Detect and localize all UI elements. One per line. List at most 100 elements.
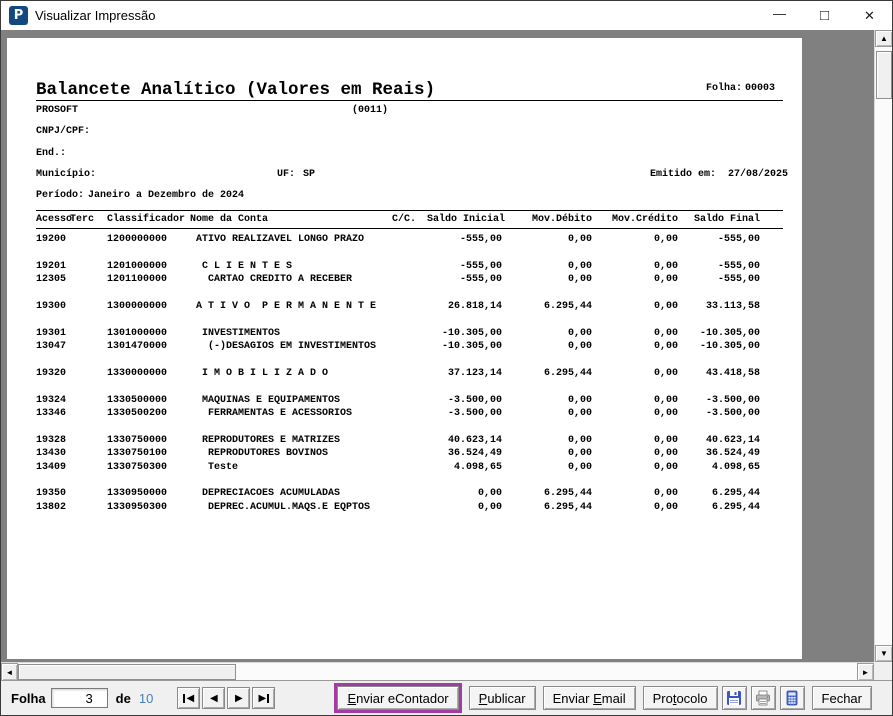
scroll-up-button[interactable]: ▲ xyxy=(875,30,892,47)
bottom-toolbar: Folha de 10 ◀ ◀ ▶ ▶ Enviar eContador Pub… xyxy=(1,680,892,715)
last-page-button[interactable]: ▶ xyxy=(252,687,276,709)
cell-acesso: 13802 xyxy=(36,501,67,513)
horizontal-scrollbar-thumb[interactable] xyxy=(18,664,236,680)
last-page-icon xyxy=(267,693,270,703)
cell-acesso: 19201 xyxy=(36,260,67,272)
horizontal-scrollbar[interactable]: ◄ ► xyxy=(1,662,874,681)
cell-classificador: 1301470000 xyxy=(107,341,168,353)
cell-saldo-inicial: 36.524,49 xyxy=(447,448,502,460)
cell-acesso: 19200 xyxy=(36,234,67,245)
scroll-down-icon: ▼ xyxy=(880,649,888,658)
scroll-right-button[interactable]: ► xyxy=(857,663,874,681)
table-row: 19328 1330750000 REPRODUTORES E MATRIZES… xyxy=(7,435,802,448)
table-row: 13409 1330750300 Teste 4.098,65 0,00 0,0… xyxy=(7,462,802,475)
cell-mov-credito: 0,00 xyxy=(653,394,678,406)
cell-mov-debito: 0,00 xyxy=(567,260,592,272)
vertical-scrollbar[interactable]: ▲ ▼ xyxy=(874,30,892,662)
cell-saldo-inicial: 0,00 xyxy=(477,501,502,513)
previous-page-button[interactable]: ◀ xyxy=(202,687,226,709)
title-divider xyxy=(36,100,783,101)
maximize-icon: □ xyxy=(819,7,830,24)
cell-mov-credito: 0,00 xyxy=(653,367,678,379)
printer-icon xyxy=(756,690,770,706)
cell-mov-debito: 0,00 xyxy=(567,408,592,420)
scroll-left-icon: ◄ xyxy=(5,667,14,677)
cell-saldo-final: 36.524,49 xyxy=(705,448,760,460)
cell-classificador: 1330750100 xyxy=(107,448,168,460)
cell-saldo-final: -555,00 xyxy=(717,274,760,286)
report-page: Balancete Analítico (Valores em Reais) F… xyxy=(7,38,802,659)
cell-saldo-final: -3.500,00 xyxy=(705,408,760,420)
table-rows: 19200 1200000000 ATIVO REALIZAVEL LONGO … xyxy=(7,234,802,515)
next-page-button[interactable]: ▶ xyxy=(227,687,251,709)
col-header-saldo-final: Saldo Final xyxy=(693,214,760,225)
table-row: 19200 1200000000 ATIVO REALIZAVEL LONGO … xyxy=(7,234,802,247)
table-row: 19350 1330950000 DEPRECIACOES ACUMULADAS… xyxy=(7,488,802,501)
cell-classificador: 1301000000 xyxy=(107,327,168,339)
cell-mov-debito: 0,00 xyxy=(567,434,592,446)
titlebar: P Visualizar Impressão — □ ✕ xyxy=(1,1,892,30)
cell-classificador: 1330500200 xyxy=(107,408,168,420)
cell-mov-credito: 0,00 xyxy=(653,448,678,460)
first-page-button[interactable]: ◀ xyxy=(177,687,201,709)
calculator-icon xyxy=(786,690,798,706)
publicar-button[interactable]: Publicar xyxy=(468,686,536,710)
window-title: Visualizar Impressão xyxy=(35,8,156,23)
table-row: 19301 1301000000 INVESTIMENTOS -10.305,0… xyxy=(7,328,802,341)
col-header-terc: Terc xyxy=(70,214,95,225)
cell-mov-credito: 0,00 xyxy=(653,300,678,312)
enviar-econtador-button[interactable]: Enviar eContador xyxy=(337,686,459,710)
municipio-label: Município: xyxy=(36,169,97,180)
cell-mov-credito: 0,00 xyxy=(653,434,678,446)
scroll-right-icon: ► xyxy=(861,667,870,677)
cell-saldo-inicial: -555,00 xyxy=(459,234,502,245)
cell-mov-credito: 0,00 xyxy=(653,501,678,513)
cell-saldo-final: 4.098,65 xyxy=(711,461,760,473)
calculator-button[interactable] xyxy=(779,686,805,710)
cell-nome-da-conta: C L I E N T E S xyxy=(190,260,293,272)
cell-classificador: 1330950300 xyxy=(107,501,168,513)
scroll-down-button[interactable]: ▼ xyxy=(875,645,892,662)
enviar-email-button[interactable]: Enviar Email xyxy=(542,686,636,710)
preview-canvas: Balancete Analítico (Valores em Reais) F… xyxy=(1,30,874,662)
close-button[interactable]: ✕ xyxy=(847,1,892,30)
cell-saldo-final: -10.305,00 xyxy=(699,327,760,339)
company-code: (0011) xyxy=(352,105,389,116)
cell-mov-debito: 6.295,44 xyxy=(543,300,592,312)
page-navigation: ◀ ◀ ▶ ▶ xyxy=(177,687,276,709)
maximize-button[interactable]: □ xyxy=(802,1,847,30)
cell-mov-debito: 0,00 xyxy=(567,461,592,473)
cell-acesso: 19320 xyxy=(36,367,67,379)
table-row: 12305 1201100000 CARTAO CREDITO A RECEBE… xyxy=(7,274,802,287)
protocolo-button[interactable]: Pro t ocolo xyxy=(642,686,718,710)
scroll-left-button[interactable]: ◄ xyxy=(1,663,18,681)
minimize-button[interactable]: — xyxy=(757,1,802,30)
folha-page-label: Folha xyxy=(11,690,46,706)
cell-mov-debito: 0,00 xyxy=(567,341,592,353)
cell-saldo-final: -3.500,00 xyxy=(705,394,760,406)
report-title: Balancete Analítico (Valores em Reais) xyxy=(36,80,436,100)
cell-acesso: 13409 xyxy=(36,461,67,473)
econtador-highlight: Enviar eContador xyxy=(334,683,462,713)
page-number-input[interactable] xyxy=(50,688,108,708)
preview-area: Balancete Analítico (Valores em Reais) F… xyxy=(1,30,892,681)
cell-mov-credito: 0,00 xyxy=(653,488,678,500)
cell-mov-debito: 0,00 xyxy=(567,394,592,406)
cell-acesso: 13346 xyxy=(36,408,67,420)
table-top-divider xyxy=(36,210,783,211)
periodo-label: Período: xyxy=(36,190,85,201)
close-icon: ✕ xyxy=(864,7,875,23)
col-header-saldo-inicial: Saldo Inicial xyxy=(426,214,505,225)
vertical-scrollbar-thumb[interactable] xyxy=(876,51,892,99)
table-row: 19324 1330500000 MAQUINAS E EQUIPAMENTOS… xyxy=(7,395,802,408)
col-header-mov-debito: Mov.Débito xyxy=(531,214,592,225)
cell-saldo-inicial: 40.623,14 xyxy=(447,434,502,446)
fechar-button[interactable]: Fechar xyxy=(811,686,872,710)
save-button[interactable] xyxy=(721,686,747,710)
col-header-acesso: Acesso xyxy=(36,214,73,225)
cell-mov-debito: 6.295,44 xyxy=(543,501,592,513)
cell-nome-da-conta: REPRODUTORES BOVINOS xyxy=(190,448,329,460)
table-row: 13430 1330750100 REPRODUTORES BOVINOS 36… xyxy=(7,448,802,461)
print-button[interactable] xyxy=(750,686,776,710)
first-page-icon xyxy=(183,693,186,703)
